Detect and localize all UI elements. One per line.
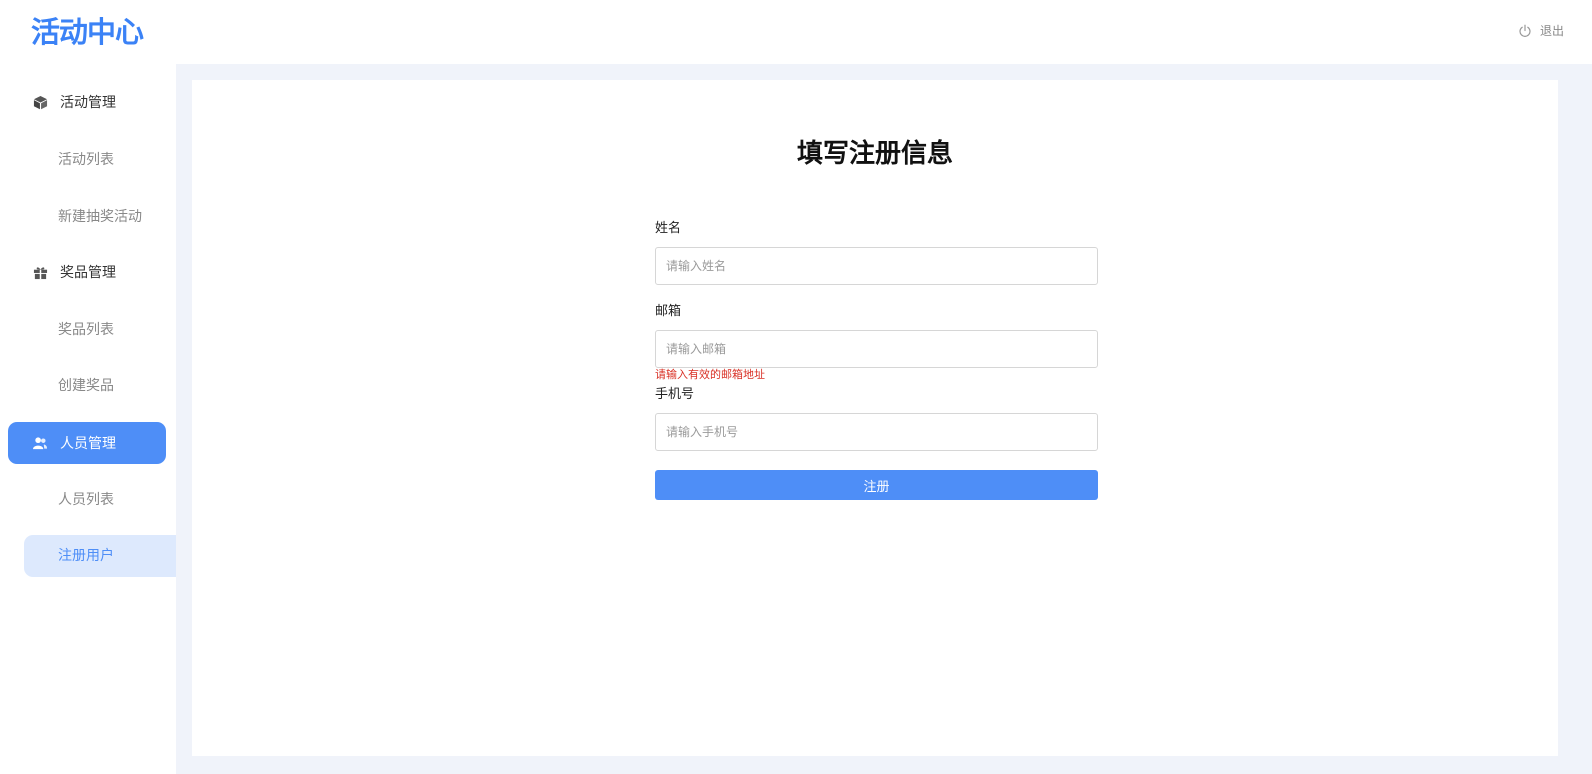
sidebar-group-people[interactable]: 人员管理 — [8, 422, 166, 464]
sidebar-item-prize-list[interactable]: 奖品列表 — [58, 320, 114, 340]
users-icon — [32, 435, 48, 451]
app-logo: 活动中心 — [31, 15, 144, 49]
sidebar-item-create-prize[interactable]: 创建奖品 — [58, 376, 114, 396]
sidebar-item-activity-list[interactable]: 活动列表 — [58, 150, 114, 170]
email-input[interactable] — [655, 330, 1098, 368]
power-icon — [1518, 24, 1532, 38]
sidebar: 活动管理 活动列表 新建抽奖活动 奖品管理 奖品列表 创建奖品 人员管理 人员列… — [0, 64, 176, 774]
phone-label: 手机号 — [655, 387, 695, 402]
email-error-message: 请输入有效的邮箱地址 — [655, 368, 765, 381]
logout-label: 退出 — [1539, 24, 1564, 38]
page-title: 填写注册信息 — [796, 139, 953, 169]
sidebar-item-register-user[interactable]: 注册用户 — [24, 535, 176, 577]
sidebar-group-label: 奖品管理 — [60, 265, 116, 281]
top-header: 活动中心 退出 — [0, 0, 1592, 64]
gift-icon — [32, 264, 48, 280]
main-panel: 填写注册信息 姓名 邮箱 请输入有效的邮箱地址 手机号 注册 — [192, 80, 1558, 756]
sidebar-item-people-list[interactable]: 人员列表 — [58, 490, 114, 510]
email-label: 邮箱 — [655, 304, 682, 319]
sidebar-group-label: 活动管理 — [60, 95, 116, 111]
sidebar-group-label: 人员管理 — [60, 436, 116, 452]
cube-icon — [32, 94, 48, 110]
name-input[interactable] — [655, 247, 1098, 285]
sidebar-group-activity[interactable]: 活动管理 — [8, 81, 166, 123]
sidebar-item-new-lottery[interactable]: 新建抽奖活动 — [58, 207, 142, 227]
phone-input[interactable] — [655, 413, 1098, 451]
logout-button[interactable]: 退出 — [1518, 22, 1564, 39]
name-label: 姓名 — [655, 221, 682, 236]
sidebar-group-prize[interactable]: 奖品管理 — [8, 251, 166, 293]
register-button[interactable]: 注册 — [655, 470, 1098, 500]
